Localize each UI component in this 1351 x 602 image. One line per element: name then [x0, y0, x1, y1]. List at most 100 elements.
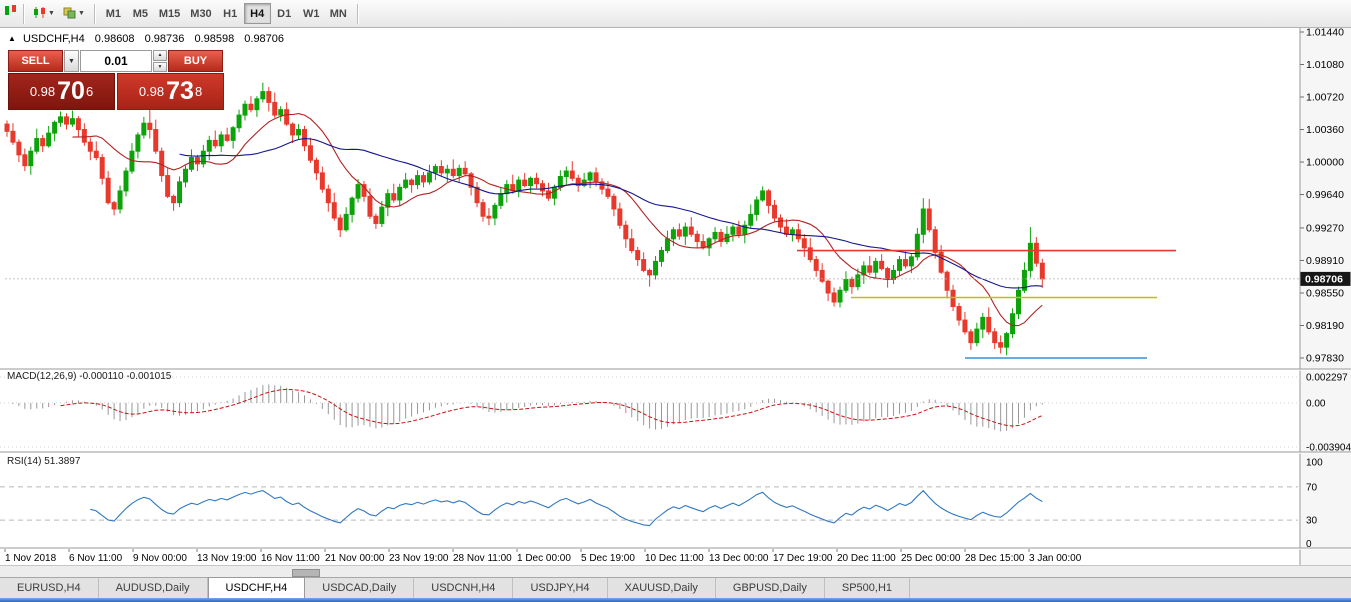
candle-body: [1028, 243, 1032, 270]
chart-tab-USDJPY,H4[interactable]: USDJPY,H4: [513, 578, 607, 598]
time-axis-label: 5 Dec 19:00: [581, 553, 635, 564]
candle-body: [338, 218, 342, 230]
candle-body: [243, 104, 247, 115]
time-axis-label: 25 Dec 00:00: [901, 553, 961, 564]
candle-body: [523, 180, 527, 185]
price-scale-label: 1.00360: [1306, 124, 1344, 136]
candle-body: [35, 139, 39, 152]
candle-body: [320, 173, 324, 189]
candle-body: [630, 239, 634, 251]
ohlc-high: 0.98736: [145, 33, 185, 45]
chart-tab-EURUSD,H4[interactable]: EURUSD,H4: [0, 578, 99, 598]
candle-body: [213, 140, 217, 145]
symbol-label: USDCHF,H4: [23, 33, 85, 45]
sell-button[interactable]: SELL: [8, 50, 63, 72]
window-bottom-edge: [0, 598, 1351, 602]
timeframe-button-M5[interactable]: M5: [127, 3, 154, 24]
sell-price-display[interactable]: 0.98706: [8, 73, 115, 110]
candle-body: [279, 110, 283, 115]
macd-scale-label: -0.003904: [1306, 443, 1351, 454]
candle-body: [297, 130, 301, 135]
buy-price-prefix: 0.98: [139, 84, 164, 99]
candle-body: [850, 279, 854, 286]
timeframe-button-MN[interactable]: MN: [325, 3, 352, 24]
candle-body: [546, 191, 550, 198]
buy-price-display[interactable]: 0.98738: [117, 73, 224, 110]
candle-body: [154, 130, 158, 152]
candle-body: [17, 142, 21, 155]
candle-body: [53, 122, 57, 133]
candle-body: [136, 135, 140, 151]
chart-tab-USDCAD,Daily[interactable]: USDCAD,Daily: [305, 578, 414, 598]
chevron-down-icon: ▼: [78, 10, 85, 17]
timeframe-button-M30[interactable]: M30: [185, 3, 216, 24]
candle-body: [303, 130, 307, 146]
chart-tab-SP500,H1[interactable]: SP500,H1: [825, 578, 910, 598]
chart-tab-USDCNH,H4[interactable]: USDCNH,H4: [414, 578, 513, 598]
candlestick-chart-icon: [33, 6, 46, 22]
sell-price-prefix: 0.98: [30, 84, 55, 99]
timeframe-button-H4[interactable]: H4: [244, 3, 271, 24]
volume-dropdown-button[interactable]: ▼: [64, 50, 79, 72]
volume-up-button[interactable]: ▲: [153, 50, 167, 61]
chart-tab-XAUUSD,Daily[interactable]: XAUUSD,Daily: [608, 578, 716, 598]
candle-body: [261, 92, 265, 99]
candle-body: [1011, 314, 1015, 334]
price-badge-text: 0.98706: [1305, 273, 1343, 285]
candle-body: [993, 332, 997, 343]
candle-body: [945, 272, 949, 290]
candle-body: [606, 189, 610, 196]
app-icon: [4, 4, 18, 23]
candle-body: [796, 230, 800, 239]
time-axis-label: 10 Dec 11:00: [645, 553, 704, 564]
candle-body: [457, 168, 461, 175]
candle-body: [808, 248, 812, 260]
candle-body: [755, 200, 759, 214]
mt4-window: { "icons": { "caret_down": "▼", "spin_up…: [0, 0, 1351, 602]
chart-tab-GBPUSD,Daily[interactable]: GBPUSD,Daily: [716, 578, 825, 598]
timeframe-button-D1[interactable]: D1: [271, 3, 298, 24]
candle-body: [665, 239, 669, 251]
candle-body: [779, 218, 783, 227]
toolbar-separator: [357, 4, 358, 24]
candle-body: [612, 196, 616, 209]
timeframe-button-H1[interactable]: H1: [217, 3, 244, 24]
candle-body: [654, 261, 658, 275]
timeframe-button-W1[interactable]: W1: [298, 3, 325, 24]
scrollbar-thumb[interactable]: [292, 569, 320, 577]
candle-body: [868, 266, 872, 272]
chart-tab-AUDUSD,Daily[interactable]: AUDUSD,Daily: [99, 578, 208, 598]
candle-body: [404, 180, 408, 187]
candle-body: [59, 117, 63, 122]
symbol-ohlc-line: ▲ USDCHF,H4 0.98608 0.98736 0.98598 0.98…: [8, 33, 291, 45]
candle-body: [225, 135, 229, 140]
candle-body: [529, 178, 533, 185]
one-click-toggle-icon[interactable]: ▲: [8, 34, 16, 43]
price-scale-label: 0.98190: [1306, 320, 1344, 332]
candle-body: [660, 251, 664, 262]
time-axis-label: 1 Nov 2018: [5, 553, 57, 564]
indicators-icon: [63, 6, 76, 22]
candle-body: [880, 261, 884, 268]
candle-body: [933, 230, 937, 253]
candle-body: [671, 230, 675, 239]
timeframe-button-M1[interactable]: M1: [100, 3, 127, 24]
timeframe-button-M15[interactable]: M15: [154, 3, 185, 24]
sell-price-main: 70: [57, 79, 85, 104]
candle-body: [374, 216, 378, 223]
buy-button[interactable]: BUY: [168, 50, 223, 72]
candle-body: [308, 146, 312, 160]
chart-type-button[interactable]: ▼: [29, 3, 59, 25]
indicators-button[interactable]: ▼: [59, 3, 89, 25]
candle-body: [737, 227, 741, 234]
volume-down-button[interactable]: ▼: [153, 62, 167, 73]
candle-body: [773, 205, 777, 218]
toolbar-separator: [23, 4, 24, 24]
candle-body: [552, 187, 556, 198]
rsi-scale-label: 0: [1306, 539, 1312, 550]
volume-input[interactable]: [80, 50, 152, 72]
candle-body: [981, 317, 985, 329]
candle-body: [195, 158, 199, 164]
chart-tab-USDCHF,H4[interactable]: USDCHF,H4: [208, 577, 306, 598]
candle-body: [802, 239, 806, 248]
